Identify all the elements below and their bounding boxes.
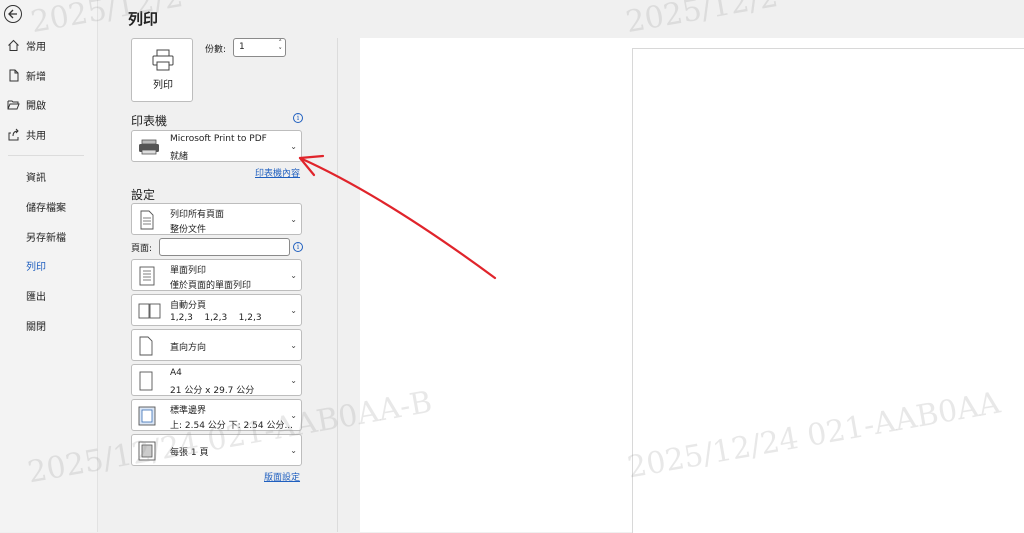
nav-label-home: 常用 (26, 41, 46, 53)
margins-dropdown[interactable]: 標準邊界 上: 2.54 公分 下: 2.54 公分... ⌄ (131, 399, 302, 431)
panel-divider (337, 38, 338, 532)
print-range-title: 列印所有頁面 (170, 210, 225, 220)
nav-item-home[interactable]: 常用 (0, 34, 97, 56)
chevron-down-icon: ⌄ (290, 411, 297, 420)
chevron-down-icon: ⌄ (290, 142, 297, 151)
pages-label: 頁面: (131, 244, 153, 254)
page-title: 列印 (128, 10, 159, 28)
copies-value: 1 (239, 42, 245, 52)
nav-label-open: 開啟 (26, 100, 46, 112)
settings-heading: 設定 (131, 188, 156, 202)
margins-title: 標準邊界 (170, 406, 207, 416)
nav-item-share[interactable]: 共用 (0, 123, 97, 145)
collation-desc: 1,2,3 1,2,3 1,2,3 (170, 313, 262, 323)
printer-icon (152, 49, 174, 71)
collation-title: 自動分頁 (170, 301, 207, 311)
pages-input[interactable] (159, 238, 290, 256)
nav-item-print[interactable]: 列印 (26, 255, 86, 275)
nav-item-info[interactable]: 資訊 (26, 166, 86, 186)
nav-label-share: 共用 (26, 130, 46, 142)
new-document-icon (6, 68, 20, 82)
printer-heading: 印表機 (131, 114, 168, 128)
pages-per-sheet-title: 每張 1 頁 (170, 448, 209, 458)
portrait-icon (139, 336, 153, 356)
paper-size-desc: 21 公分 x 29.7 公分 (170, 386, 255, 396)
open-folder-icon (6, 97, 20, 111)
chevron-down-icon: ⌄ (290, 271, 297, 280)
collation-dropdown[interactable]: 自動分頁 1,2,3 1,2,3 1,2,3 ⌄ (131, 294, 302, 326)
pages-per-sheet-dropdown[interactable]: 每張 1 頁 ⌄ (131, 434, 302, 466)
sides-desc: 僅於頁面的單面列印 (170, 281, 252, 291)
paper-size-dropdown[interactable]: A4 21 公分 x 29.7 公分 ⌄ (131, 364, 302, 396)
back-button[interactable] (4, 5, 22, 23)
sides-title: 單面列印 (170, 266, 207, 276)
printer-status: 就緒 (170, 152, 189, 162)
printer-properties-link[interactable]: 印表機內容 (255, 166, 300, 179)
nav-label-new: 新增 (26, 71, 46, 83)
print-range-dropdown[interactable]: 列印所有頁面 整份文件 ⌄ (131, 203, 302, 235)
print-range-desc: 整份文件 (170, 225, 207, 235)
print-button[interactable]: 列印 (131, 38, 193, 102)
pages-per-sheet-icon (138, 441, 156, 461)
nav-item-export[interactable]: 匯出 (26, 285, 86, 305)
spin-arrows-icon[interactable]: ˄ ˅ (279, 39, 283, 55)
printer-name: Microsoft Print to PDF (170, 134, 267, 144)
backstage-nav: 常用 新增 開啟 共用 資訊 儲存檔案 另存新檔 列印 匯出 關閉 (0, 0, 98, 532)
chevron-down-icon: ⌄ (290, 376, 297, 385)
nav-item-new[interactable]: 新增 (0, 64, 97, 86)
printer-dropdown[interactable]: Microsoft Print to PDF 就緒 ⌄ (131, 130, 302, 162)
print-button-label: 列印 (153, 80, 173, 91)
nav-item-save[interactable]: 儲存檔案 (26, 196, 86, 216)
info-icon[interactable]: i (293, 242, 303, 252)
nav-divider (8, 155, 84, 156)
single-sided-icon (139, 266, 155, 286)
nav-item-close[interactable]: 關閉 (26, 315, 86, 335)
orientation-title: 直向方向 (170, 343, 207, 353)
orientation-dropdown[interactable]: 直向方向 ⌄ (131, 329, 302, 361)
info-icon[interactable]: i (293, 113, 303, 123)
margins-desc: 上: 2.54 公分 下: 2.54 公分... (170, 421, 294, 431)
pages-icon (140, 210, 154, 230)
home-icon (6, 38, 20, 52)
printer-device-icon (139, 139, 159, 155)
collated-icon (138, 303, 161, 319)
sides-dropdown[interactable]: 單面列印 僅於頁面的單面列印 ⌄ (131, 259, 302, 291)
chevron-down-icon: ⌄ (290, 446, 297, 455)
watermark: 2025/12/2 (623, 0, 781, 41)
chevron-down-icon: ⌄ (290, 306, 297, 315)
copies-label: 份數: (205, 45, 227, 55)
chevron-down-icon: ⌄ (290, 341, 297, 350)
nav-item-save-as[interactable]: 另存新檔 (26, 226, 86, 246)
paper-size-title: A4 (170, 368, 182, 378)
page-setup-link[interactable]: 版面設定 (264, 470, 300, 483)
chevron-down-icon: ⌄ (290, 215, 297, 224)
copies-stepper[interactable]: 1 ˄ ˅ (233, 38, 286, 57)
nav-item-open[interactable]: 開啟 (0, 93, 97, 115)
margins-icon (138, 406, 156, 426)
back-arrow-icon (8, 9, 17, 19)
share-icon (6, 127, 20, 141)
paper-size-icon (139, 371, 153, 391)
preview-page (632, 48, 1024, 533)
